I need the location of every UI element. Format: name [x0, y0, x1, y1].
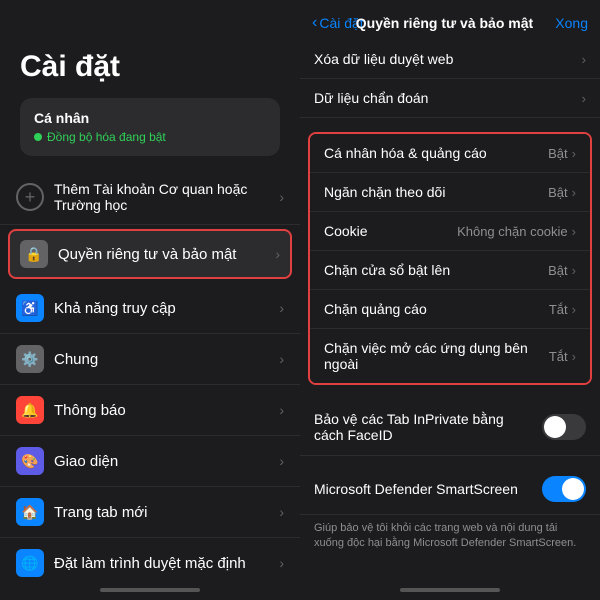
right-content: Xóa dữ liệu duyệt web › Dữ liệu chẩn đoá… — [300, 40, 600, 580]
menu-item-accessibility[interactable]: ♿ Khả năng truy cập › — [0, 283, 300, 334]
left-header: Cài đặt Cá nhân Đồng bộ hóa đang bật — [0, 0, 300, 170]
ad-block-value: Tắt — [549, 302, 568, 317]
cookie-item[interactable]: Cookie Không chặn cookie › — [310, 212, 590, 251]
popup-block-item[interactable]: Chặn cửa sổ bật lên Bật › — [310, 251, 590, 290]
ad-block-chevron: › — [572, 302, 576, 317]
menu-item-default-browser[interactable]: 🌐 Đặt làm trình duyệt mặc định › — [0, 538, 300, 580]
accessibility-icon: ♿ — [16, 294, 44, 322]
right-title: Quyền riêng tư và bảo mật — [334, 15, 556, 31]
defender-toggle-knob — [562, 478, 584, 500]
defender-toggle[interactable] — [542, 476, 586, 502]
add-icon: + — [16, 183, 44, 211]
page-title: Cài đặt — [20, 50, 280, 84]
external-app-block-item[interactable]: Chặn việc mở các ứng dụng bên ngoài Tắt … — [310, 329, 590, 383]
tracking-value: Bật — [548, 185, 568, 200]
menu-item-appearance[interactable]: 🎨 Giao diện › — [0, 436, 300, 487]
defender-description: Giúp bảo vệ tôi khỏi các trang web và nộ… — [300, 515, 600, 560]
popup-block-value: Bật — [548, 263, 568, 278]
newtab-icon: 🏠 — [16, 498, 44, 526]
home-indicator — [100, 588, 200, 592]
cookie-value: Không chặn cookie — [457, 224, 568, 239]
privacy-icon: 🔒 — [20, 240, 48, 268]
ad-block-label: Chặn quảng cáo — [324, 301, 549, 317]
highlighted-settings-group: Cá nhân hóa & quảng cáo Bật › Ngăn chặn … — [308, 132, 592, 385]
general-chevron: › — [279, 351, 284, 367]
sync-card[interactable]: Cá nhân Đồng bộ hóa đang bật — [20, 98, 280, 156]
notifications-label: Thông báo — [54, 402, 279, 419]
sync-status: Đồng bộ hóa đang bật — [34, 130, 266, 144]
general-label: Chung — [54, 351, 279, 368]
clear-browsing-chevron: › — [582, 52, 586, 67]
right-header: ‹ Cài đặt Quyền riêng tư và bảo mật Xong — [300, 0, 600, 40]
cookie-chevron: › — [572, 224, 576, 239]
tracking-prevention-item[interactable]: Ngăn chặn theo dõi Bật › — [310, 173, 590, 212]
menu-item-privacy[interactable]: 🔒 Quyền riêng tư và bảo mật › — [8, 229, 292, 279]
default-browser-label: Đặt làm trình duyệt mặc định — [54, 555, 279, 572]
personalization-item[interactable]: Cá nhân hóa & quảng cáo Bật › — [310, 134, 590, 173]
defender-toggle-row[interactable]: Microsoft Defender SmartScreen — [300, 464, 600, 515]
personalization-chevron: › — [572, 146, 576, 161]
notifications-chevron: › — [279, 402, 284, 418]
external-app-label: Chặn việc mở các ứng dụng bên ngoài — [324, 340, 549, 372]
cookie-label: Cookie — [324, 223, 457, 239]
faceid-toggle-row[interactable]: Bảo vệ các Tab InPrivate bằng cách FaceI… — [300, 399, 600, 456]
general-icon: ⚙️ — [16, 345, 44, 373]
appearance-label: Giao diện — [54, 453, 279, 470]
faceid-label: Bảo vệ các Tab InPrivate bằng cách FaceI… — [314, 411, 542, 443]
sync-text: Đồng bộ hóa đang bật — [47, 130, 166, 144]
sync-dot — [34, 133, 42, 141]
ad-block-item[interactable]: Chặn quảng cáo Tắt › — [310, 290, 590, 329]
diagnostic-label: Dữ liệu chẩn đoán — [314, 90, 582, 106]
right-panel: ‹ Cài đặt Quyền riêng tư và bảo mật Xong… — [300, 0, 600, 600]
spacer-2 — [300, 391, 600, 399]
spacer-1 — [300, 118, 600, 126]
add-account-text: Thêm Tài khoản Cơ quan hoặc Trường học — [54, 181, 279, 213]
notifications-icon: 🔔 — [16, 396, 44, 424]
tracking-label: Ngăn chặn theo dõi — [324, 184, 548, 200]
personalization-value: Bật — [548, 146, 568, 161]
default-browser-icon: 🌐 — [16, 549, 44, 577]
popup-block-label: Chặn cửa sổ bật lên — [324, 262, 548, 278]
popup-block-chevron: › — [572, 263, 576, 278]
external-app-chevron: › — [572, 349, 576, 364]
menu-item-notifications[interactable]: 🔔 Thông báo › — [0, 385, 300, 436]
back-chevron-icon: ‹ — [312, 14, 317, 32]
menu-item-general[interactable]: ⚙️ Chung › — [0, 334, 300, 385]
privacy-label: Quyền riêng tư và bảo mật — [58, 246, 275, 263]
add-account-item[interactable]: + Thêm Tài khoản Cơ quan hoặc Trường học… — [0, 170, 300, 225]
add-account-chevron: › — [279, 189, 284, 205]
diagnostic-data-item[interactable]: Dữ liệu chẩn đoán › — [300, 79, 600, 118]
default-browser-chevron: › — [279, 555, 284, 571]
privacy-chevron: › — [275, 246, 280, 262]
left-panel: Cài đặt Cá nhân Đồng bộ hóa đang bật + T… — [0, 0, 300, 600]
diagnostic-chevron: › — [582, 91, 586, 106]
sync-title: Cá nhân — [34, 110, 266, 126]
clear-browsing-data-item[interactable]: Xóa dữ liệu duyệt web › — [300, 40, 600, 79]
faceid-toggle-knob — [544, 416, 566, 438]
clear-browsing-label: Xóa dữ liệu duyệt web — [314, 51, 582, 67]
spacer-3 — [300, 456, 600, 464]
defender-label: Microsoft Defender SmartScreen — [314, 481, 542, 497]
left-bottom-bar — [0, 580, 300, 600]
right-home-indicator — [400, 588, 500, 592]
personalization-label: Cá nhân hóa & quảng cáo — [324, 145, 548, 161]
appearance-chevron: › — [279, 453, 284, 469]
left-menu: + Thêm Tài khoản Cơ quan hoặc Trường học… — [0, 170, 300, 580]
newtab-label: Trang tab mới — [54, 504, 279, 521]
suggest-toggle-row[interactable]: Hiển thị cho tôi đề xuất trang và tìm ki… — [300, 568, 600, 580]
newtab-chevron: › — [279, 504, 284, 520]
right-bottom-bar — [300, 580, 600, 600]
spacer-4 — [300, 560, 600, 568]
appearance-icon: 🎨 — [16, 447, 44, 475]
menu-item-newtab[interactable]: 🏠 Trang tab mới › — [0, 487, 300, 538]
accessibility-chevron: › — [279, 300, 284, 316]
tracking-chevron: › — [572, 185, 576, 200]
external-app-value: Tắt — [549, 349, 568, 364]
accessibility-label: Khả năng truy cập — [54, 300, 279, 317]
faceid-toggle[interactable] — [542, 414, 586, 440]
close-button[interactable]: Xong — [555, 15, 588, 31]
